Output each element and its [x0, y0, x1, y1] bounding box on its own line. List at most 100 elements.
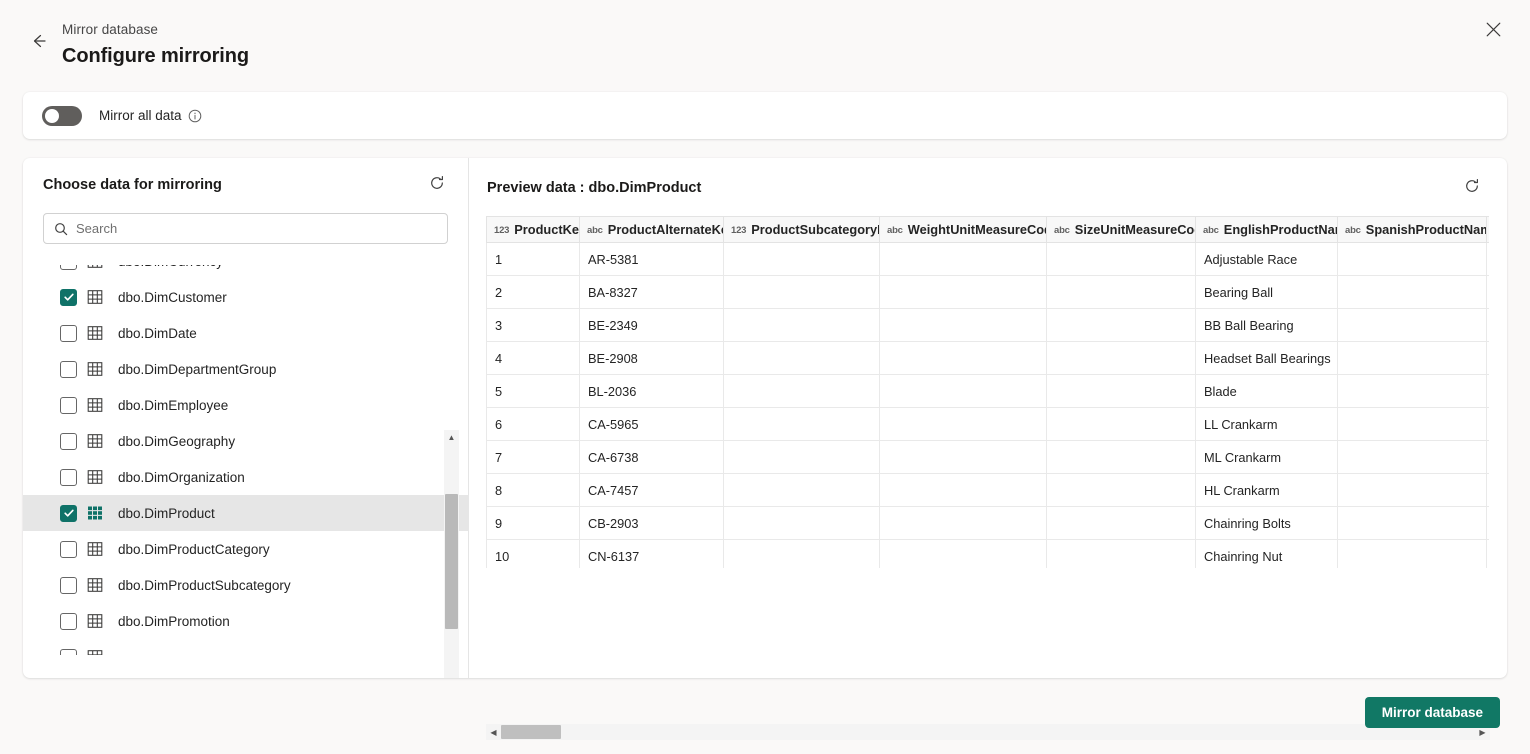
refresh-tables-button[interactable]: [426, 174, 448, 196]
grid-column-header[interactable]: abc SizeUnitMeasureCode: [1046, 216, 1196, 243]
table-icon: [86, 504, 104, 522]
grid-cell: 10: [486, 539, 580, 568]
table-list-item[interactable]: dbo.DimEmployee: [23, 387, 469, 423]
grid-cell: [723, 275, 880, 309]
column-type-icon: 123: [731, 225, 747, 236]
grid-cell: 6: [486, 407, 580, 441]
grid-column-header[interactable]: abc ProductAlternateKey: [579, 216, 724, 243]
table-list-item[interactable]: dbo.DimDate: [23, 315, 469, 351]
grid-cell: [1046, 506, 1196, 540]
tables-list-scrollbar[interactable]: ▲ ▼: [444, 430, 459, 678]
grid-cell: [1486, 308, 1489, 342]
grid-cell: [1046, 374, 1196, 408]
grid-row: 4 BE-2908 Headset Ball Bearings: [486, 341, 1489, 375]
table-checkbox[interactable]: [60, 576, 77, 594]
tables-list: dbo.DimCurrency dbo.DimCustomer dbo.DimDat…: [23, 265, 469, 655]
table-checkbox[interactable]: [60, 612, 77, 630]
column-header-label: ProductSubcategoryKey: [751, 222, 878, 237]
table-checkbox[interactable]: [60, 504, 77, 522]
table-checkbox[interactable]: [60, 324, 77, 342]
table-checkbox[interactable]: [60, 432, 77, 450]
grid-column-header[interactable]: abc SpanishProductName: [1337, 216, 1487, 243]
table-list-item[interactable]: dbo.DimPromotion: [23, 603, 469, 639]
grid-cell: CA-5965: [579, 407, 724, 441]
preview-grid-wrapper: 123 ProductKey abc ProductAlternateKey 123 Pr…: [486, 216, 1489, 568]
column-header-label: ProductAlternateKey: [607, 222, 724, 237]
grid-cell: [1486, 341, 1489, 375]
grid-cell: [879, 374, 1047, 408]
table-icon: [86, 576, 104, 594]
table-list-item[interactable]: [23, 639, 469, 655]
grid-cell: 2: [486, 275, 580, 309]
grid-cell: 3: [486, 308, 580, 342]
grid-cell: [1046, 242, 1196, 276]
grid-cell: [723, 440, 880, 474]
grid-cell: [1337, 539, 1487, 568]
table-icon: [86, 288, 104, 306]
grid-cell: 7: [486, 440, 580, 474]
grid-cell: ML Crankarm: [1195, 440, 1338, 474]
grid-cell: [1337, 275, 1487, 309]
grid-cell: [879, 440, 1047, 474]
grid-cell: [879, 539, 1047, 568]
preview-title: Preview data : dbo.DimProduct: [487, 180, 702, 196]
mirror-all-data-toggle[interactable]: [42, 105, 82, 126]
grid-cell: AR-5381: [579, 242, 724, 276]
grid-column-header[interactable]: 123 ProductSubcategoryKey: [723, 216, 880, 243]
table-list-item[interactable]: dbo.DimCurrency: [23, 265, 469, 279]
close-icon: [1485, 21, 1502, 43]
breadcrumb: Mirror database: [62, 22, 159, 37]
grid-column-header[interactable]: [1486, 216, 1489, 243]
table-list-item[interactable]: dbo.DimProductCategory: [23, 531, 469, 567]
grid-column-header[interactable]: 123 ProductKey: [486, 216, 580, 243]
refresh-icon: [1464, 178, 1480, 199]
grid-cell: [723, 506, 880, 540]
table-list-item[interactable]: dbo.DimProductSubcategory: [23, 567, 469, 603]
table-checkbox[interactable]: [60, 265, 77, 270]
table-list-item-label: dbo.DimDate: [118, 325, 197, 341]
grid-row: 9 CB-2903 Chainring Bolts: [486, 506, 1489, 540]
preview-grid-body: 1 AR-5381 Adjustable Race 2 BA-8327 Bearing B…: [486, 242, 1489, 568]
grid-cell: [1337, 308, 1487, 342]
grid-cell: CN-6137: [579, 539, 724, 568]
grid-row: 5 BL-2036 Blade: [486, 374, 1489, 408]
table-list-item[interactable]: dbo.DimDepartmentGroup: [23, 351, 469, 387]
table-icon: [86, 324, 104, 342]
table-checkbox[interactable]: [60, 288, 77, 306]
grid-cell: [1486, 242, 1489, 276]
main-content-card: Choose data for mirroring Search dbo.Dim…: [23, 158, 1507, 678]
table-checkbox[interactable]: [60, 468, 77, 486]
grid-row: 2 BA-8327 Bearing Ball: [486, 275, 1489, 309]
grid-cell: [1337, 407, 1487, 441]
close-button[interactable]: [1478, 17, 1508, 47]
grid-cell: 4: [486, 341, 580, 375]
table-icon: [86, 396, 104, 414]
grid-column-header[interactable]: abc EnglishProductName: [1195, 216, 1338, 243]
table-list-item[interactable]: dbo.DimProduct: [23, 495, 469, 531]
info-icon[interactable]: [188, 109, 202, 123]
table-list-item-label: dbo.DimCustomer: [118, 289, 227, 305]
table-checkbox[interactable]: [60, 648, 77, 655]
scrollbar-thumb[interactable]: [445, 494, 458, 629]
column-header-label: EnglishProductName: [1223, 222, 1337, 237]
back-button[interactable]: [26, 28, 52, 54]
table-list-item-label: dbo.DimPromotion: [118, 613, 230, 629]
preview-grid: 123 ProductKey abc ProductAlternateKey 123 Pr…: [486, 216, 1489, 568]
grid-cell: LL Crankarm: [1195, 407, 1338, 441]
mirror-database-button[interactable]: Mirror database: [1364, 697, 1500, 728]
table-list-item[interactable]: dbo.DimGeography: [23, 423, 469, 459]
scroll-up-arrow[interactable]: ▲: [444, 430, 459, 445]
grid-column-header[interactable]: abc WeightUnitMeasureCode: [879, 216, 1047, 243]
grid-cell: [1046, 407, 1196, 441]
table-checkbox[interactable]: [60, 540, 77, 558]
table-list-item[interactable]: dbo.DimOrganization: [23, 459, 469, 495]
search-input[interactable]: [76, 221, 438, 236]
grid-cell: [1486, 539, 1489, 568]
table-checkbox[interactable]: [60, 360, 77, 378]
search-box[interactable]: [43, 213, 448, 244]
grid-cell: [1046, 275, 1196, 309]
refresh-preview-button[interactable]: [1461, 177, 1483, 199]
table-list-item[interactable]: dbo.DimCustomer: [23, 279, 469, 315]
table-checkbox[interactable]: [60, 396, 77, 414]
column-header-label: SizeUnitMeasureCode: [1074, 222, 1195, 237]
